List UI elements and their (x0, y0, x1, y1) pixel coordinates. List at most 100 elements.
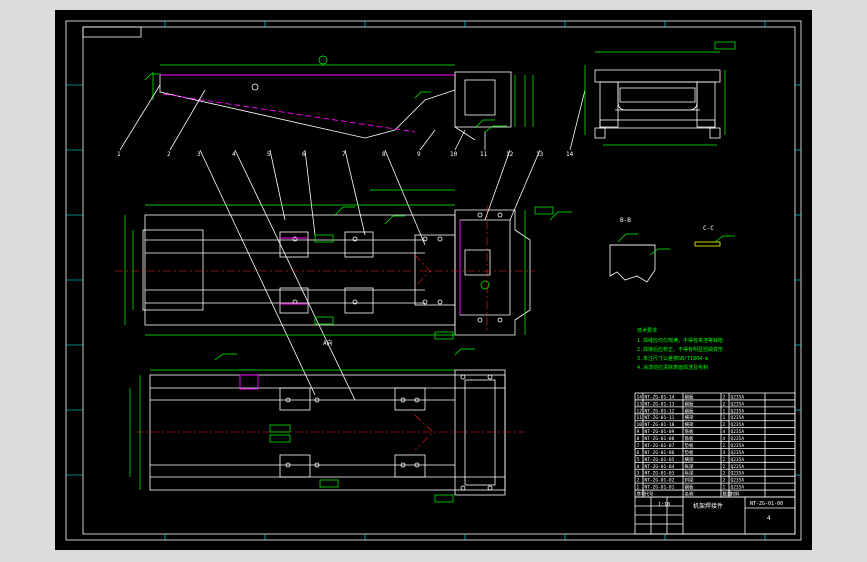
bom-cell-name: 垫板 (685, 449, 694, 456)
bom-cell-code: NT-ZG-01-13 (645, 401, 675, 407)
bom-cell-name: 钢板 (685, 400, 694, 407)
cad-viewport[interactable]: 1 2 3 4 5 6 7 8 9 10 11 12 13 14 A向 B-B … (55, 10, 812, 550)
bom-cell-qty: 2 (723, 478, 726, 484)
bom-cell-name: 钢板 (685, 407, 694, 414)
bom-cell-qty: 2 (723, 394, 726, 400)
bom-cell-name: 纵梁 (685, 463, 694, 470)
bom-cell-no: 14 (637, 394, 643, 400)
section-views: B-B C-C (609, 217, 735, 283)
bom-cell-mat: Q235A (731, 436, 745, 442)
title-block: 机架焊接件 NT-ZG-01-00 4 1:10 (634, 496, 796, 535)
bom-cell-mat: Q235A (731, 485, 745, 491)
svg-text:8: 8 (382, 151, 386, 158)
bom-cell-code: NT-ZG-01-07 (645, 443, 675, 449)
bom-cell-qty: 4 (723, 450, 726, 456)
bottom-view (129, 348, 525, 503)
bom-table: 14 NT-ZG-01-14 钢板 2 Q235A13 NT-ZG-01-13 钢板 2 Q23… (634, 392, 796, 498)
svg-text:C-C: C-C (703, 225, 714, 232)
bom-cell-qty: 1 (723, 415, 726, 421)
svg-text:1: 1 (117, 151, 121, 158)
svg-text:3: 3 (197, 151, 201, 158)
bom-cell-mat: Q235A (731, 443, 745, 449)
bom-cell-code: NT-ZG-01-04 (645, 464, 675, 470)
top-view: A向 (115, 189, 572, 347)
bom-cell-no: 12 (637, 408, 643, 414)
bom-cell-code: NT-ZG-01-06 (645, 450, 675, 456)
bom-cell-no: 9 (637, 429, 640, 435)
view-label: A向 (323, 339, 333, 347)
bom-cell-qty: 2 (723, 422, 726, 428)
bom-cell-name: 斜梁 (685, 477, 694, 484)
svg-text:14: 14 (566, 151, 574, 158)
svg-text:2: 2 (167, 151, 171, 158)
bom-cell-no: 2 (637, 478, 640, 484)
svg-text:2.焊接后应校正，不得有明显扭曲变形: 2.焊接后应校正，不得有明显扭曲变形 (637, 346, 723, 353)
drawing-title: 机架焊接件 (693, 502, 723, 510)
svg-text:B-B: B-B (620, 217, 631, 224)
bom-cell-mat: Q235A (731, 478, 745, 484)
bom-cell-mat: Q235A (731, 415, 745, 421)
notes-title: 技术要求 (637, 327, 657, 334)
svg-text:11: 11 (480, 151, 488, 158)
sheet-number: 4 (767, 515, 771, 522)
svg-text:5: 5 (267, 151, 271, 158)
svg-text:9: 9 (417, 151, 421, 158)
bom-cell-mat: Q235A (731, 394, 745, 400)
bom-cell-qty: 1 (723, 408, 726, 414)
bom-cell-name: 钢板 (685, 393, 694, 400)
svg-text:4: 4 (232, 151, 236, 158)
bom-header-code: 代号 (645, 491, 654, 498)
bom-cell-qty: 2 (723, 471, 726, 477)
svg-text:1.焊缝应均匀饱满，不得有夹渣等缺陷: 1.焊缝应均匀饱满，不得有夹渣等缺陷 (637, 337, 723, 344)
bom-cell-name: 横梁 (685, 414, 694, 421)
bom-cell-no: 3 (637, 471, 640, 477)
bom-cell-no: 8 (637, 436, 640, 442)
bom-cell-no: 4 (637, 464, 640, 470)
bom-cell-name: 横梁 (685, 421, 694, 428)
bom-cell-qty: 4 (723, 429, 726, 435)
bom-cell-mat: Q235A (731, 408, 745, 414)
bom-cell-name: 筋板 (685, 428, 694, 435)
bom-cell-qty: 4 (723, 436, 726, 442)
bom-cell-mat: Q235A (731, 457, 745, 463)
bom-cell-code: NT-ZG-01-08 (645, 436, 675, 442)
bom-cell-name: 筋板 (685, 435, 694, 442)
bom-cell-qty: 1 (723, 485, 726, 491)
bom-cell-code: NT-ZG-01-14 (645, 394, 675, 400)
bom-cell-name: 横梁 (685, 456, 694, 463)
svg-text:3.未注尺寸公差按GB/T1804-m: 3.未注尺寸公差按GB/T1804-m (637, 355, 708, 362)
bom-cell-mat: Q235A (731, 464, 745, 470)
bom-cell-qty: 2 (723, 457, 726, 463)
bom-cell-mat: Q235A (731, 401, 745, 407)
bom-cell-name: 垫板 (685, 442, 694, 449)
bom-cell-qty: 2 (723, 464, 726, 470)
bom-cell-qty: 2 (723, 401, 726, 407)
bom-cell-mat: Q235A (731, 429, 745, 435)
bom-cell-no: 10 (637, 422, 643, 428)
bom-cell-name: 钢板 (685, 484, 694, 491)
bom-cell-no: 1 (637, 485, 640, 491)
bom-cell-code: NT-ZG-01-09 (645, 429, 675, 435)
drawing-code-box (82, 26, 142, 38)
drawing-canvas: 1 2 3 4 5 6 7 8 9 10 11 12 13 14 A向 B-B … (65, 20, 802, 541)
bom-cell-no: 6 (637, 450, 640, 456)
svg-text:4.涂漆前应清除表面焊渣及毛刺: 4.涂漆前应清除表面焊渣及毛刺 (637, 364, 708, 371)
bom-cell-code: NT-ZG-01-05 (645, 457, 675, 463)
svg-text:12: 12 (506, 151, 514, 158)
bom-cell-code: NT-ZG-01-10 (645, 422, 675, 428)
bom-header-mat: 材料 (731, 491, 740, 498)
svg-text:10: 10 (450, 151, 458, 158)
bom-cell-no: 7 (637, 443, 640, 449)
bom-cell-mat: Q235A (731, 450, 745, 456)
bom-cell-code: NT-ZG-01-01 (645, 485, 675, 491)
bom-cell-code: NT-ZG-01-03 (645, 471, 675, 477)
bom-cell-mat: Q235A (731, 422, 745, 428)
svg-text:6: 6 (302, 151, 306, 158)
bom-header-name: 名称 (685, 491, 694, 498)
bom-cell-code: NT-ZG-01-02 (645, 478, 675, 484)
svg-text:13: 13 (536, 151, 544, 158)
bom-cell-mat: Q235A (731, 471, 745, 477)
drawing-number: NT-ZG-01-00 (750, 501, 783, 507)
bom-cell-code: NT-ZG-01-11 (645, 415, 675, 421)
bom-cell-no: 5 (637, 457, 640, 463)
